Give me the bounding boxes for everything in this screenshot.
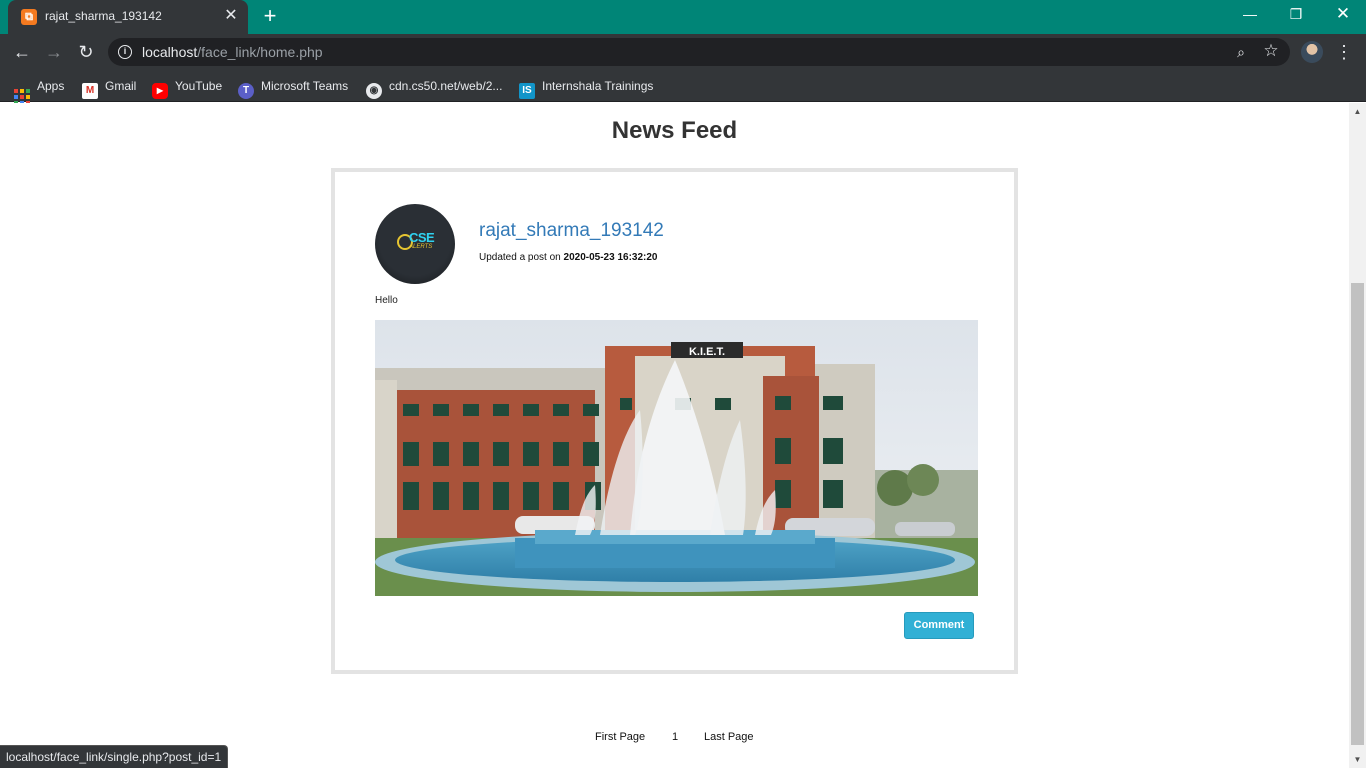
url-text[interactable]: localhost/face_link/home.php	[142, 44, 323, 60]
logo-subtitle: ALERTS	[409, 244, 433, 250]
first-page-link[interactable]: First Page	[595, 731, 645, 743]
scroll-up-icon[interactable]: ▲	[1349, 103, 1366, 120]
bookmark-youtube[interactable]: ▶ YouTube	[152, 77, 223, 99]
post-meta-prefix: Updated a post on	[479, 252, 564, 263]
building-sign: K.I.E.T.	[689, 346, 725, 358]
scroll-down-icon[interactable]: ▼	[1349, 751, 1366, 768]
post-card: CSE ALERTS rajat_sharma_193142 Updated a…	[331, 168, 1018, 674]
post-image[interactable]: K.I.E.T.	[375, 320, 978, 596]
reload-icon[interactable]: ↻	[74, 40, 98, 64]
bookmark-cdn-cs50[interactable]: ◉ cdn.cs50.net/web/2...	[366, 77, 503, 99]
comment-button[interactable]: Comment	[904, 612, 974, 639]
bookmark-label: YouTube	[175, 79, 223, 93]
bookmark-label: Apps	[37, 79, 65, 93]
profile-avatar[interactable]	[1301, 41, 1323, 63]
page-content: News Feed CSE ALERTS rajat_sharma_193142…	[0, 103, 1349, 768]
browser-toolbar: ← → ↻ i localhost/face_link/home.php ⌕ ☆…	[0, 34, 1366, 70]
cse-alerts-logo: CSE ALERTS	[397, 230, 435, 256]
teams-icon: T	[238, 83, 254, 99]
bookmark-microsoft-teams[interactable]: T Microsoft Teams	[238, 77, 349, 99]
page-number-link[interactable]: 1	[672, 731, 678, 743]
window-restore-icon[interactable]: ❐	[1273, 0, 1319, 30]
back-icon[interactable]: ←	[10, 40, 34, 64]
kiet-campus-photo: K.I.E.T.	[375, 320, 978, 596]
site-info-icon[interactable]: i	[118, 45, 132, 59]
link-status-bubble: localhost/face_link/single.php?post_id=1	[0, 745, 229, 768]
bookmark-internshala[interactable]: IS Internshala Trainings	[519, 77, 654, 99]
url-host: localhost	[142, 44, 198, 60]
post-meta: Updated a post on 2020-05-23 16:32:20	[479, 252, 657, 263]
xampp-favicon-icon: ⧉	[21, 9, 37, 25]
page-title: News Feed	[611, 117, 738, 144]
last-page-link[interactable]: Last Page	[704, 731, 754, 743]
page-scrollbar[interactable]: ▲ ▼	[1349, 103, 1366, 768]
tab-title: rajat_sharma_193142	[45, 9, 162, 23]
internshala-icon: IS	[519, 83, 535, 99]
post-timestamp: 2020-05-23 16:32:20	[563, 252, 658, 263]
bookmark-apps[interactable]: Apps	[14, 77, 65, 105]
bookmark-label: Gmail	[105, 79, 137, 93]
bookmarks-bar: Apps M Gmail ▶ YouTube T Microsoft Teams ◉ c…	[0, 70, 1366, 105]
url-path: /face_link/home.php	[197, 44, 323, 60]
author-name-link[interactable]: rajat_sharma_193142	[479, 220, 664, 242]
gmail-icon: M	[82, 83, 98, 99]
tab-close-icon[interactable]: ✕	[222, 7, 240, 25]
author-avatar[interactable]: CSE ALERTS	[375, 204, 455, 284]
scrollbar-thumb[interactable]	[1351, 283, 1364, 745]
bookmark-star-icon[interactable]: ☆	[1262, 42, 1280, 60]
post-text: Hello	[375, 295, 398, 306]
address-bar[interactable]: i localhost/face_link/home.php ⌕ ☆	[108, 38, 1290, 66]
forward-icon[interactable]: →	[42, 40, 66, 64]
bookmark-label: Microsoft Teams	[261, 79, 349, 93]
zoom-icon[interactable]: ⌕	[1232, 43, 1250, 61]
window-minimize-icon[interactable]: —	[1227, 0, 1273, 30]
browser-tab[interactable]: ⧉ rajat_sharma_193142 ✕	[8, 0, 248, 34]
logo-brand: CSE	[409, 230, 435, 245]
new-tab-icon[interactable]: +	[258, 5, 282, 29]
youtube-icon: ▶	[152, 83, 168, 99]
bookmark-label: Internshala Trainings	[542, 79, 654, 93]
window-close-icon[interactable]: ✕	[1320, 0, 1366, 30]
browser-menu-icon[interactable]: ⋮	[1334, 40, 1354, 64]
bookmark-label: cdn.cs50.net/web/2...	[389, 79, 503, 93]
bookmark-gmail[interactable]: M Gmail	[82, 77, 137, 99]
browser-title-bar: ⧉ rajat_sharma_193142 ✕ + — ❐ ✕	[0, 0, 1366, 34]
globe-icon: ◉	[366, 83, 382, 99]
